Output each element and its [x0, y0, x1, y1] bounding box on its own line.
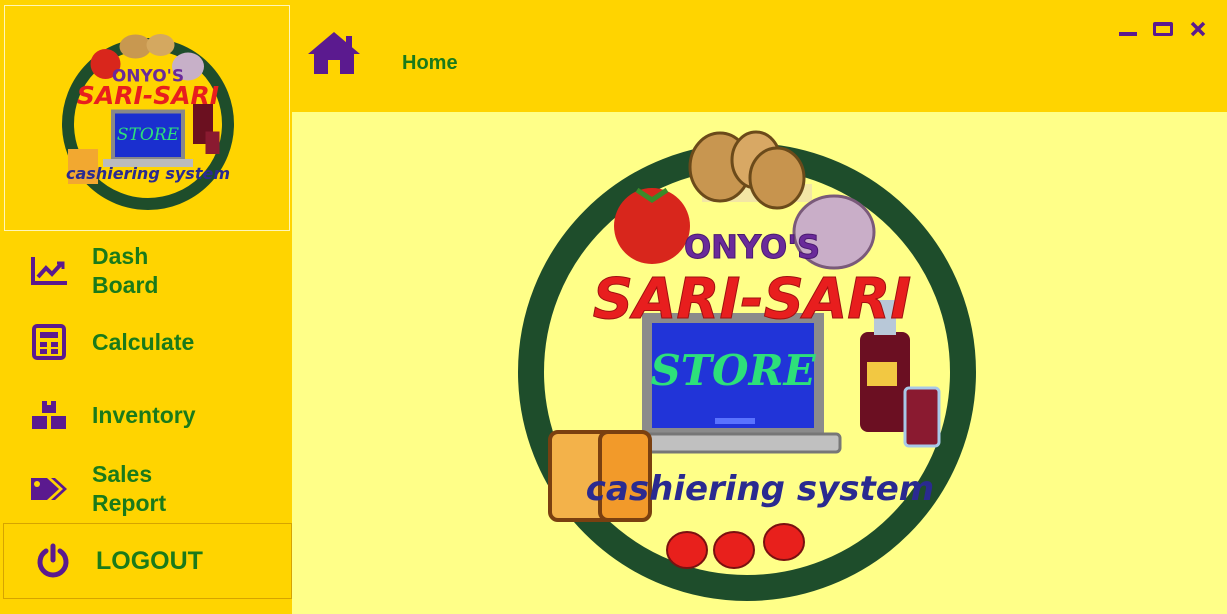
svg-text:SARI-SARI: SARI-SARI [593, 267, 912, 332]
svg-text:cashiering system: cashiering system [66, 164, 230, 183]
sidebar-item-inventory[interactable]: Inventory [0, 388, 292, 442]
minimize-icon[interactable] [1118, 20, 1138, 43]
svg-text:SARI-SARI: SARI-SARI [77, 81, 219, 110]
store-logo-small: ONYO'S SARI-SARI STORE cashiering system [62, 34, 234, 210]
sidebar-logo-box: ONYO'S SARI-SARI STORE cashiering system [4, 5, 290, 231]
calculator-icon [26, 319, 72, 365]
power-icon [30, 538, 76, 584]
main-content: ONYO'S SARI-SARI STORE cashiering system [292, 112, 1227, 614]
sidebar-item-sales-report[interactable]: Sales Report [0, 457, 292, 521]
sidebar-item-calculate[interactable]: Calculate [0, 313, 292, 371]
svg-text:ONYO'S: ONYO'S [684, 228, 820, 266]
svg-text:STORE: STORE [650, 346, 816, 395]
svg-text:STORE: STORE [117, 125, 180, 145]
sidebar-item-label: Inventory [92, 401, 196, 428]
house-icon[interactable] [306, 30, 362, 81]
chart-line-icon [26, 248, 72, 294]
sidebar-item-label: Sales Report [92, 461, 167, 516]
svg-text:cashiering system: cashiering system [586, 469, 934, 509]
sidebar: ONYO'S SARI-SARI STORE cashiering system… [0, 0, 292, 614]
store-logo-large: ONYO'S SARI-SARI STORE cashiering system [518, 130, 976, 601]
page-title: Home [402, 52, 458, 74]
sidebar-item-dashboard[interactable]: Dash Board [0, 240, 292, 302]
close-icon[interactable] [1189, 20, 1207, 43]
maximize-icon[interactable] [1152, 20, 1174, 43]
header-bar: Home [292, 0, 1227, 112]
tags-icon [26, 466, 72, 512]
boxes-icon [26, 392, 72, 438]
sidebar-item-label: Dash Board [92, 243, 159, 298]
logout-button[interactable]: LOGOUT [3, 523, 292, 599]
logout-label: LOGOUT [96, 546, 203, 575]
sidebar-item-label: Calculate [92, 328, 195, 355]
